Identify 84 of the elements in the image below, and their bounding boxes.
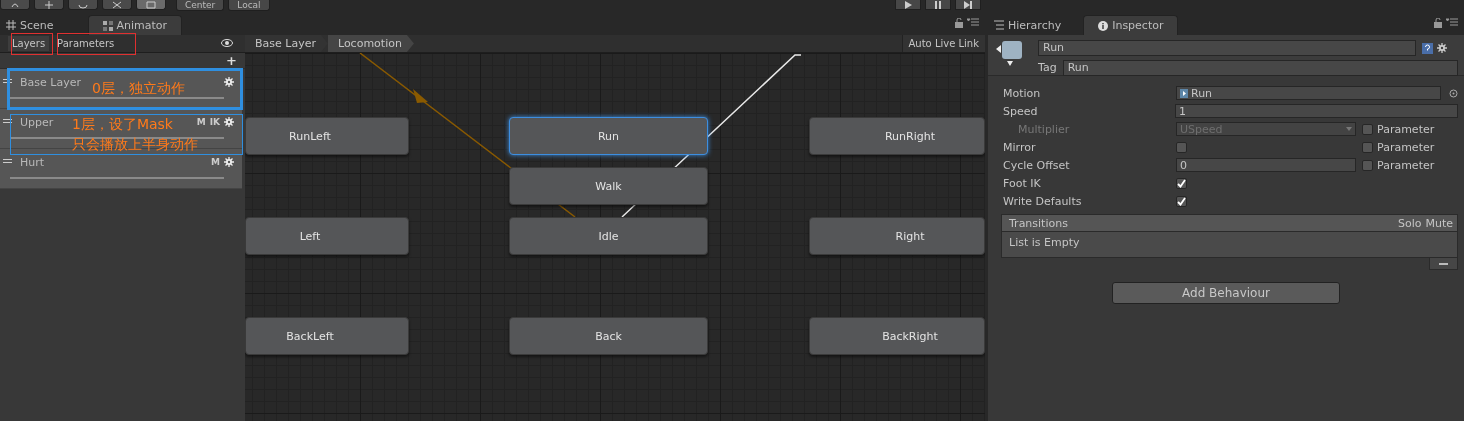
list-title: Transitions	[1009, 216, 1068, 230]
drag-handle-icon[interactable]	[3, 79, 12, 83]
checkbox[interactable]	[1362, 141, 1373, 153]
minus-icon	[1439, 262, 1448, 265]
checkbox[interactable]	[1176, 195, 1187, 207]
object-picker-icon[interactable]	[1449, 88, 1458, 98]
checkbox-label: Parameter	[1377, 122, 1435, 136]
pivot-button[interactable]: Local	[228, 0, 270, 11]
state-node[interactable]: BackRight	[809, 317, 985, 355]
lock-icon[interactable]	[955, 18, 963, 28]
tab[interactable]: Animator	[87, 15, 183, 35]
motion-field[interactable]: Run	[1176, 86, 1441, 100]
clip-icon	[1180, 88, 1188, 98]
step-icon[interactable]	[955, 0, 981, 10]
annotation: 0层，独立动作	[92, 79, 185, 97]
tab[interactable]: Inspector	[1083, 15, 1179, 35]
pause-icon[interactable]	[925, 0, 951, 10]
tab[interactable]: Hierarchy	[988, 15, 1076, 35]
layer-name: Base Layer	[20, 75, 81, 89]
settings-icon[interactable]	[1437, 42, 1449, 55]
rotate-icon[interactable]	[68, 0, 98, 10]
property-label: Cycle Offset	[1003, 158, 1071, 172]
scale-icon[interactable]	[102, 0, 132, 10]
state-node[interactable]: Run	[509, 117, 708, 155]
layer-flag-label: IK	[209, 117, 220, 127]
caret-icon	[1346, 127, 1352, 131]
move-icon[interactable]	[34, 0, 64, 10]
list-icon	[994, 20, 1004, 30]
tag-label: Tag	[1038, 61, 1057, 74]
state-node[interactable]: RunLeft	[245, 117, 409, 155]
layer-flag-label: M	[196, 117, 206, 127]
property-label: Motion	[1003, 86, 1042, 100]
state-node[interactable]: BackLeft	[245, 317, 409, 355]
checkbox[interactable]	[1176, 177, 1187, 189]
name-field[interactable]: Run	[1038, 40, 1416, 56]
property-label: Speed	[1003, 104, 1039, 118]
auto-live-link-button[interactable]: Auto Live Link	[901, 35, 985, 52]
play-icon[interactable]	[895, 0, 921, 10]
tab[interactable]: Scene	[0, 15, 68, 35]
menu-icon[interactable]	[967, 18, 979, 26]
state-node[interactable]: Walk	[509, 167, 708, 205]
annotation: 1层，设了Mask	[72, 115, 173, 133]
property-label: Foot IK	[1003, 176, 1042, 190]
column-header: Mute	[1425, 216, 1453, 230]
state-node[interactable]: Idle	[509, 217, 708, 255]
add-layer-button[interactable]: +	[226, 53, 237, 68]
pivot-button[interactable]: Center	[176, 0, 225, 11]
eye-icon[interactable]	[221, 39, 233, 47]
state-node[interactable]: Back	[509, 317, 708, 355]
breadcrumb[interactable]: Locomotion	[327, 35, 414, 52]
column-header: Solo	[1397, 216, 1422, 230]
checkbox[interactable]	[1176, 141, 1187, 153]
menu-icon[interactable]	[1446, 18, 1458, 26]
highlight-box	[11, 33, 53, 55]
checkbox-label: Parameter	[1377, 158, 1435, 172]
hand-icon[interactable]	[0, 0, 30, 10]
property-label: Mirror	[1003, 140, 1037, 154]
panel-tab[interactable]: Layers	[8, 36, 50, 51]
drag-handle-icon[interactable]	[3, 119, 12, 123]
state-node[interactable]: RunRight	[809, 117, 985, 155]
help-icon[interactable]	[1422, 43, 1433, 54]
checkbox[interactable]	[1362, 159, 1373, 171]
nodes-icon	[102, 20, 113, 31]
grid-icon	[6, 20, 16, 30]
breadcrumb[interactable]: Base Layer	[245, 35, 328, 52]
state-node[interactable]: Left	[245, 217, 409, 255]
panel-tab[interactable]: Parameters	[53, 36, 119, 51]
checkbox-label: Parameter	[1377, 140, 1435, 154]
number-field[interactable]: 1	[1175, 104, 1458, 118]
info-icon	[1098, 20, 1109, 31]
drag-handle-icon[interactable]	[3, 159, 12, 163]
layer-flag-label: M	[211, 157, 220, 167]
property-label: Multiplier	[1017, 122, 1071, 136]
add-behaviour-button[interactable]: Add Behaviour	[1112, 282, 1340, 304]
property-label: Write Defaults	[1003, 194, 1083, 208]
remove-button[interactable]	[1429, 258, 1458, 270]
number-field[interactable]: 0	[1176, 158, 1356, 172]
state-node[interactable]: Right	[809, 217, 985, 255]
lock-icon[interactable]	[1434, 18, 1442, 28]
layer-name: Upper	[20, 115, 54, 129]
rect-tool-icon[interactable]	[136, 0, 166, 10]
tag-field[interactable]: Run	[1062, 59, 1458, 76]
empty-list-text: List is Empty	[1009, 236, 1080, 249]
layer-name: Hurt	[20, 155, 45, 169]
